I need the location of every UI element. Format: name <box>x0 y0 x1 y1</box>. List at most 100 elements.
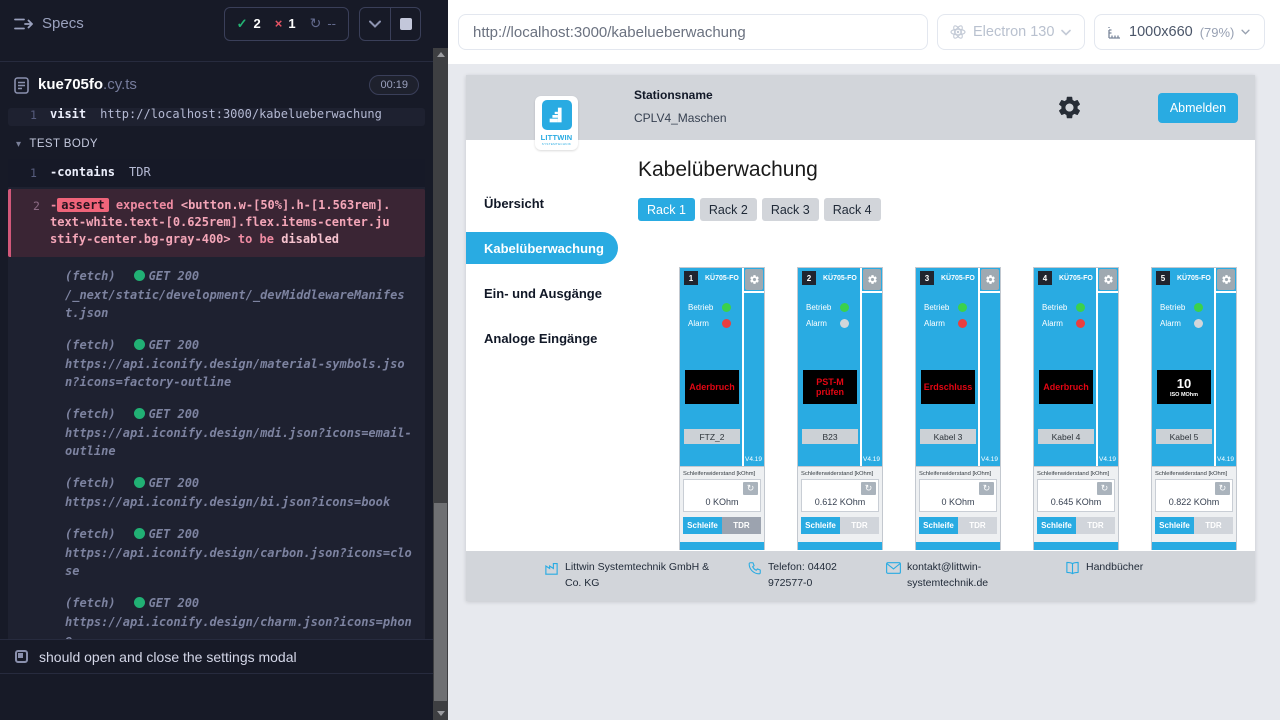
stop-icon <box>400 18 412 30</box>
tdr-button[interactable]: TDR <box>840 517 879 534</box>
card-divider <box>742 268 744 466</box>
refresh-button[interactable]: ↻ <box>1097 482 1112 495</box>
refresh-button[interactable]: ↻ <box>743 482 758 495</box>
device-cards: 1KÜ705-FOBetriebAlarmAderbruchFTZ_2V4.19… <box>679 267 1255 550</box>
fetch-log-row[interactable]: (fetch)GET 200/_next/static/development/… <box>65 267 417 322</box>
scrollbar-thumb[interactable] <box>434 503 447 701</box>
card-display: 4KÜ705-FOBetriebAlarmAderbruchKabel 4V4.… <box>1034 268 1118 466</box>
schleife-button[interactable]: Schleife <box>919 517 958 534</box>
stop-button[interactable] <box>390 8 420 40</box>
device-card-3: 3KÜ705-FOBetriebAlarmErdschlussKabel 3V4… <box>915 267 1001 550</box>
footer-item[interactable]: Littwin Systemtechnik GmbH & Co. KG <box>544 560 717 592</box>
status-message-box: Aderbruch <box>1039 370 1093 404</box>
alarm-led <box>958 319 967 328</box>
card-divider <box>1096 268 1098 466</box>
scrollbar-track[interactable] <box>433 48 448 720</box>
viewport-selector[interactable]: 1000x660 (79%) <box>1094 14 1265 50</box>
tdr-button[interactable]: TDR <box>958 517 997 534</box>
schleife-button[interactable]: Schleife <box>801 517 840 534</box>
fetch-log-row[interactable]: (fetch)GET 200https://api.iconify.design… <box>65 405 417 460</box>
tdr-button[interactable]: TDR <box>1194 517 1233 534</box>
app-frame: LITTWIN SYSTEMTECHNIK Stationsname CPLV4… <box>466 75 1255 601</box>
tdr-button[interactable]: TDR <box>1076 517 1115 534</box>
chevron-down-icon <box>1241 29 1250 35</box>
alarm-message: Aderbruch <box>689 382 735 392</box>
logo-subtext: SYSTEMTECHNIK <box>542 142 571 146</box>
specs-menu-button[interactable]: Specs <box>14 15 84 32</box>
refresh-button[interactable]: ↻ <box>1215 482 1230 495</box>
measurement-box: ↻0.612 KOhm <box>801 479 879 512</box>
phone-icon <box>748 561 762 580</box>
fetch-url: https://api.iconify.design/charm.json?ic… <box>65 613 417 639</box>
app-footer: Littwin Systemtechnik GmbH & Co. KG Telef… <box>466 551 1255 601</box>
test-body-section-header[interactable]: ▾ TEST BODY <box>8 126 425 159</box>
schleife-button[interactable]: Schleife <box>1155 517 1194 534</box>
fetch-log-row[interactable]: (fetch)GET 200https://api.iconify.design… <box>65 594 417 639</box>
tab-rack-2[interactable]: Rack 2 <box>700 198 757 221</box>
reporter-scrollbar <box>433 0 448 720</box>
sidebar-item-ein-und-ausg-nge[interactable]: Ein- und Ausgänge <box>466 277 618 309</box>
device-card-4: 4KÜ705-FOBetriebAlarmAderbruchKabel 4V4.… <box>1033 267 1119 550</box>
assert-expected-state: disabled <box>281 232 339 246</box>
measurement-section: Schleifenwiderstand [kOhm]↻0 KOhmSchleif… <box>916 466 1000 538</box>
browser-selector[interactable]: Electron 130 <box>937 14 1085 50</box>
card-settings-button[interactable] <box>863 269 881 290</box>
fetch-log-row[interactable]: (fetch)GET 200https://api.iconify.design… <box>65 336 417 391</box>
spec-file-icon <box>14 77 29 94</box>
settings-gear-button[interactable] <box>1056 94 1083 121</box>
tab-rack-1[interactable]: Rack 1 <box>638 198 695 221</box>
email-icon <box>886 561 901 579</box>
status-ok-dot <box>134 408 145 419</box>
fetch-label: (fetch) <box>65 267 116 285</box>
command-contains[interactable]: 1 -contains TDR <box>8 159 425 187</box>
card-settings-button[interactable] <box>745 269 763 290</box>
tab-rack-3[interactable]: Rack 3 <box>762 198 819 221</box>
measurement-label: Schleifenwiderstand [kOhm] <box>1155 471 1233 477</box>
chevron-down-icon <box>1061 29 1071 36</box>
spec-file-row[interactable]: kue705fo.cy.ts 00:19 <box>0 62 433 108</box>
card-settings-button[interactable] <box>1099 269 1117 290</box>
cable-name: Kabel 4 <box>1038 429 1094 444</box>
betrieb-label: Betrieb <box>806 303 840 312</box>
card-settings-button[interactable] <box>1217 269 1235 290</box>
card-display: 5KÜ705-FOBetriebAlarm10ISO MOhmKabel 5V4… <box>1152 268 1236 466</box>
measurement-value: 0 KOhm <box>684 497 760 507</box>
measurement-value: 0.822 KOhm <box>1156 497 1232 507</box>
status-message-box: 10ISO MOhm <box>1157 370 1211 404</box>
tdr-button[interactable]: TDR <box>722 517 761 534</box>
next-test-title: should open and close the settings modal <box>39 649 297 665</box>
scrollbar-down-arrow[interactable] <box>437 711 445 716</box>
measurement-section: Schleifenwiderstand [kOhm] ↻0.612 KOhm Sch… <box>798 466 882 538</box>
card-settings-button[interactable] <box>981 269 999 290</box>
scrollbar-up-arrow[interactable] <box>437 52 445 57</box>
footer-item[interactable]: Handbücher <box>1065 560 1143 580</box>
refresh-button[interactable]: ↻ <box>861 482 876 495</box>
sidebar-item-analoge-eing-nge[interactable]: Analoge Eingänge <box>466 322 618 354</box>
fetch-label: (fetch) <box>65 474 116 492</box>
logout-button[interactable]: Abmelden <box>1158 93 1238 123</box>
schleife-button[interactable]: Schleife <box>1037 517 1076 534</box>
measurement-label: Schleifenwiderstand [kOhm] <box>801 471 879 477</box>
url-input[interactable]: http://localhost:3000/kabelueberwachung <box>458 14 928 50</box>
sidebar-item--bersicht[interactable]: Übersicht <box>466 187 618 219</box>
cable-name: Kabel 3 <box>920 429 976 444</box>
footer-item[interactable]: Telefon: 04402 972577-0 <box>748 560 870 592</box>
fetch-url: https://api.iconify.design/carbon.json?i… <box>65 544 417 580</box>
measurement-label: Schleifenwiderstand [kOhm] <box>1037 471 1115 477</box>
station-label: Stationsname <box>634 88 727 102</box>
command-visit[interactable]: 1 visit http://localhost:3000/kabelueber… <box>8 108 425 126</box>
command-log: 1 visit http://localhost:3000/kabelueber… <box>0 108 433 639</box>
command-assert-failed[interactable]: 2 -assert expected <button.w-[50%].h-[1.… <box>8 189 425 257</box>
cypress-reporter-panel: Specs ✓2 ×1 ↻-- kue705fo.cy.ts 00:19 1 v… <box>0 0 433 720</box>
schleife-button[interactable]: Schleife <box>683 517 722 534</box>
footer-item[interactable]: kontakt@littwin-systemtechnik.de <box>886 560 1003 592</box>
next-test-row[interactable]: should open and close the settings modal <box>0 639 433 674</box>
fetch-log-row[interactable]: (fetch)GET 200https://api.iconify.design… <box>65 474 417 511</box>
status-ok-dot <box>134 477 145 488</box>
sidebar-item-kabel-berwachung[interactable]: Kabelüberwachung <box>466 232 618 264</box>
tab-rack-4[interactable]: Rack 4 <box>824 198 881 221</box>
refresh-button[interactable]: ↻ <box>979 482 994 495</box>
fetch-url: https://api.iconify.design/bi.json?icons… <box>65 493 417 511</box>
collapse-button[interactable] <box>360 8 390 40</box>
fetch-log-row[interactable]: (fetch)GET 200https://api.iconify.design… <box>65 525 417 580</box>
